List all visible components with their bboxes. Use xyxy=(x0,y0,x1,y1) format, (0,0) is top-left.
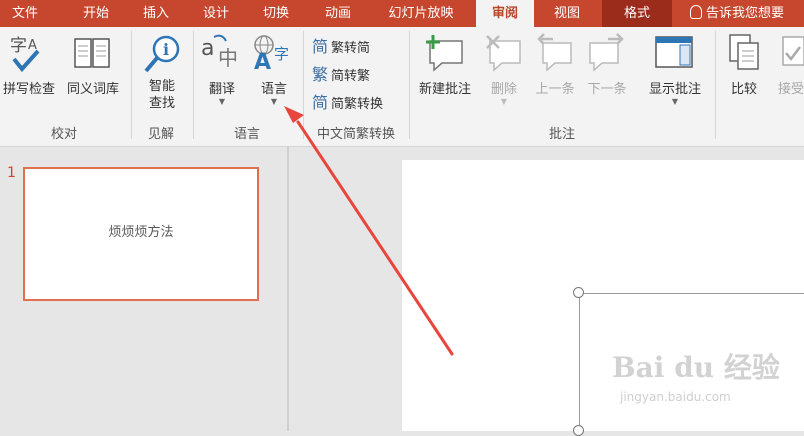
tab-slideshow[interactable]: 幻灯片放映 xyxy=(372,0,470,27)
to-simplified-label: 繁转简 xyxy=(331,41,371,56)
svg-text:字: 字 xyxy=(274,45,289,63)
spell-check-icon: 字 A xyxy=(8,33,44,73)
lightbulb-icon xyxy=(690,5,702,19)
translate-button[interactable]: 翻译 ▼ xyxy=(198,78,246,106)
svg-text:a: a xyxy=(201,36,214,61)
tell-me-text: 告诉我您想要 xyxy=(706,6,785,21)
smart-lookup-icon: i xyxy=(142,33,182,75)
thesaurus-button[interactable]: 同义词库 xyxy=(60,78,126,97)
to-traditional-label: 简转繁 xyxy=(331,69,371,84)
group-separator xyxy=(715,31,716,139)
simplified-char-icon: 简 xyxy=(312,37,329,56)
baidu-watermark-logo: Bai du 经验 xyxy=(612,351,780,384)
next-comment-label: 下一条 xyxy=(587,82,627,97)
thesaurus-label: 同义词库 xyxy=(66,82,119,97)
slide-thumbnail[interactable]: 烦烦烦方法 xyxy=(23,167,259,301)
convert-char-icon: 简 xyxy=(312,93,329,112)
tab-home[interactable]: 开始 xyxy=(70,0,122,27)
show-comments-label: 显示批注 xyxy=(648,82,701,97)
svg-text:字: 字 xyxy=(10,36,27,56)
translate-icon: a 中 xyxy=(200,33,244,73)
tab-insert[interactable]: 插入 xyxy=(130,0,182,27)
language-label: 语言 xyxy=(260,82,287,97)
previous-comment-button[interactable]: 上一条 xyxy=(530,78,580,97)
svg-text:A: A xyxy=(254,50,271,73)
previous-comment-icon xyxy=(535,33,575,73)
thesaurus-icon xyxy=(72,33,112,73)
accept-icon xyxy=(780,33,804,73)
group-label-chinese-conversion: 中文简繁转换 xyxy=(316,127,395,142)
traditional-char-icon: 繁 xyxy=(312,65,329,84)
ribbon-tab-bar: 文件 开始 插入 设计 切换 动画 幻灯片放映 审阅 视图 格式 告诉我您想要 xyxy=(0,0,804,27)
new-comment-label: 新建批注 xyxy=(418,82,471,97)
accept-label: 接受 xyxy=(778,82,804,97)
accept-button[interactable]: 接受 xyxy=(778,78,804,97)
tab-transitions[interactable]: 切换 xyxy=(250,0,302,27)
next-comment-icon xyxy=(586,33,626,73)
language-button[interactable]: 语言 ▼ xyxy=(250,78,298,106)
compare-icon xyxy=(726,33,762,73)
tab-review[interactable]: 审阅 xyxy=(476,0,534,27)
spell-check-label: 拼写检查 xyxy=(2,82,55,97)
tab-file[interactable]: 文件 xyxy=(0,0,50,27)
tab-format[interactable]: 格式 xyxy=(602,0,672,27)
show-comments-button[interactable]: 显示批注 ▼ xyxy=(640,78,710,106)
chevron-down-icon: ▼ xyxy=(270,97,278,106)
smart-lookup-label-2: 查找 xyxy=(148,96,175,111)
chevron-down-icon: ▼ xyxy=(671,97,679,106)
slide-number: 1 xyxy=(7,165,16,181)
slide-thumbnail-text: 烦烦烦方法 xyxy=(108,225,174,240)
new-comment-button[interactable]: 新建批注 xyxy=(412,78,478,97)
smart-lookup-button[interactable]: 智能 查找 xyxy=(136,78,188,112)
delete-comment-label: 删除 xyxy=(490,82,517,97)
compare-label: 比较 xyxy=(730,82,757,97)
group-label-proofing: 校对 xyxy=(50,127,77,142)
next-comment-button[interactable]: 下一条 xyxy=(582,78,632,97)
new-comment-icon xyxy=(422,33,466,73)
translate-label: 翻译 xyxy=(208,82,235,97)
chevron-down-icon: ▼ xyxy=(218,97,226,106)
delete-comment-icon xyxy=(484,33,524,73)
group-label-insights: 见解 xyxy=(147,127,174,142)
to-simplified-button[interactable]: 简繁转简 xyxy=(312,33,370,57)
convert-button[interactable]: 简简繁转换 xyxy=(312,89,383,113)
convert-label: 简繁转换 xyxy=(331,97,384,112)
tab-animations[interactable]: 动画 xyxy=(310,0,366,27)
baidu-watermark-url: jingyan.baidu.com xyxy=(620,390,731,404)
tab-design[interactable]: 设计 xyxy=(190,0,242,27)
to-traditional-button[interactable]: 繁简转繁 xyxy=(312,61,370,85)
group-label-comments: 批注 xyxy=(548,127,575,142)
ribbon: 字 A 拼写检查 同义词库 校对 i 智能 查找 见解 a 中 翻译 ▼ A 字… xyxy=(0,27,804,147)
svg-text:中: 中 xyxy=(218,46,238,70)
group-label-language: 语言 xyxy=(233,127,260,142)
chevron-down-icon: ▼ xyxy=(500,97,508,106)
show-comments-icon xyxy=(654,35,694,73)
smart-lookup-label-1: 智能 xyxy=(148,79,175,94)
language-icon: A 字 xyxy=(252,33,296,75)
compare-button[interactable]: 比较 xyxy=(720,78,768,97)
svg-text:i: i xyxy=(163,40,169,59)
tab-view[interactable]: 视图 xyxy=(538,0,596,27)
delete-comment-button[interactable]: 删除 ▼ xyxy=(482,78,526,106)
tell-me-box[interactable]: 告诉我您想要 xyxy=(690,0,784,27)
resize-handle-top-left[interactable] xyxy=(573,287,584,298)
previous-comment-label: 上一条 xyxy=(535,82,575,97)
spell-check-button[interactable]: 拼写检查 xyxy=(0,78,58,97)
